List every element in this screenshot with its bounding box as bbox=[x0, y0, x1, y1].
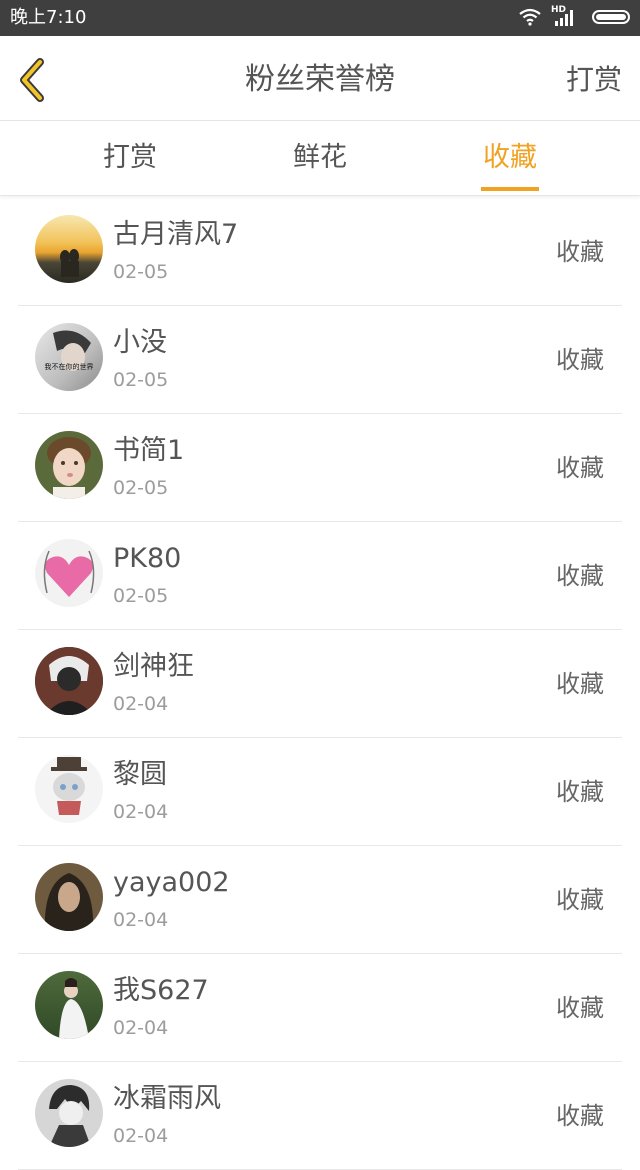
fan-name: 小没 bbox=[113, 327, 167, 358]
tab-label: 鲜花 bbox=[293, 142, 347, 173]
list-item[interactable]: 剑神狂 02-04 收藏 bbox=[18, 629, 622, 738]
fan-name: 书简1 bbox=[113, 435, 185, 466]
fan-type: 收藏 bbox=[556, 454, 604, 482]
fan-type: 收藏 bbox=[556, 670, 604, 698]
status-bar: 晚上7:10 HD bbox=[0, 0, 640, 36]
fan-date: 02-04 bbox=[113, 801, 169, 823]
portrait-image bbox=[44, 873, 94, 931]
portrait-image bbox=[59, 978, 89, 1039]
signal-icon bbox=[555, 10, 573, 26]
list-item[interactable]: 我不在你的世界 小没 02-05 收藏 bbox=[18, 305, 622, 414]
page-title: 粉丝荣誉榜 bbox=[245, 62, 395, 97]
tab-favorites[interactable]: 收藏 bbox=[430, 121, 590, 195]
fan-name: 黎圆 bbox=[113, 759, 167, 790]
fan-date: 02-05 bbox=[113, 369, 169, 391]
heart-image bbox=[43, 550, 95, 597]
reward-button[interactable]: 打赏 bbox=[566, 60, 622, 100]
tab-bar: 打赏 鲜花 收藏 bbox=[0, 121, 640, 196]
fan-type: 收藏 bbox=[556, 994, 604, 1022]
fan-type: 收藏 bbox=[556, 778, 604, 806]
fan-date: 02-04 bbox=[113, 909, 169, 931]
fan-type: 收藏 bbox=[556, 346, 604, 374]
status-time: 晚上7:10 bbox=[10, 7, 87, 28]
avatar bbox=[35, 215, 103, 283]
list-item[interactable]: PK80 02-05 收藏 bbox=[18, 521, 622, 630]
fan-date: 02-05 bbox=[113, 477, 169, 499]
anime-character-image bbox=[35, 647, 103, 715]
fan-date: 02-04 bbox=[113, 1125, 169, 1147]
active-tab-indicator bbox=[481, 187, 539, 191]
list-item[interactable]: 冰霜雨风 02-04 收藏 bbox=[18, 1061, 622, 1170]
tab-reward[interactable]: 打赏 bbox=[50, 121, 210, 195]
list-item[interactable]: 书简1 02-05 收藏 bbox=[18, 413, 622, 522]
fan-date: 02-05 bbox=[113, 261, 169, 283]
anime-character-image bbox=[51, 757, 87, 815]
fan-date: 02-04 bbox=[113, 1017, 169, 1039]
header: 粉丝荣誉榜 打赏 bbox=[0, 36, 640, 121]
fan-type: 收藏 bbox=[556, 238, 604, 266]
anime-character-image bbox=[49, 1085, 91, 1147]
fan-name: 剑神狂 bbox=[113, 651, 194, 682]
avatar bbox=[35, 431, 103, 499]
tab-flowers[interactable]: 鲜花 bbox=[240, 121, 400, 195]
fan-name: yaya002 bbox=[113, 867, 230, 898]
avatar bbox=[35, 971, 103, 1039]
list-item[interactable]: 我S627 02-04 收藏 bbox=[18, 953, 622, 1062]
portrait-image: 我不在你的世界 bbox=[45, 330, 94, 371]
fan-type: 收藏 bbox=[556, 886, 604, 914]
avatar: 我不在你的世界 bbox=[35, 323, 103, 391]
tab-label: 收藏 bbox=[483, 142, 537, 173]
fan-type: 收藏 bbox=[556, 562, 604, 590]
silhouette-image bbox=[60, 249, 79, 277]
fan-name: 冰霜雨风 bbox=[113, 1083, 221, 1114]
list-item[interactable]: 古月清风7 02-05 收藏 bbox=[18, 197, 622, 306]
avatar bbox=[35, 755, 103, 823]
fan-name: 我S627 bbox=[113, 975, 209, 1006]
fan-date: 02-04 bbox=[113, 693, 169, 715]
list-item[interactable]: yaya002 02-04 收藏 bbox=[18, 845, 622, 954]
svg-text:我不在你的世界: 我不在你的世界 bbox=[45, 362, 94, 371]
fan-name: PK80 bbox=[113, 543, 182, 574]
avatar bbox=[35, 863, 103, 931]
fan-name: 古月清风7 bbox=[113, 219, 239, 250]
list-item[interactable]: 黎圆 02-04 收藏 bbox=[18, 737, 622, 846]
wifi-icon bbox=[519, 8, 541, 26]
battery-icon bbox=[592, 10, 630, 24]
avatar bbox=[35, 539, 103, 607]
fan-date: 02-05 bbox=[113, 585, 169, 607]
portrait-image bbox=[47, 437, 91, 499]
avatar bbox=[35, 1079, 103, 1147]
fan-type: 收藏 bbox=[556, 1102, 604, 1130]
tab-label: 打赏 bbox=[103, 142, 157, 173]
avatar bbox=[35, 647, 103, 715]
